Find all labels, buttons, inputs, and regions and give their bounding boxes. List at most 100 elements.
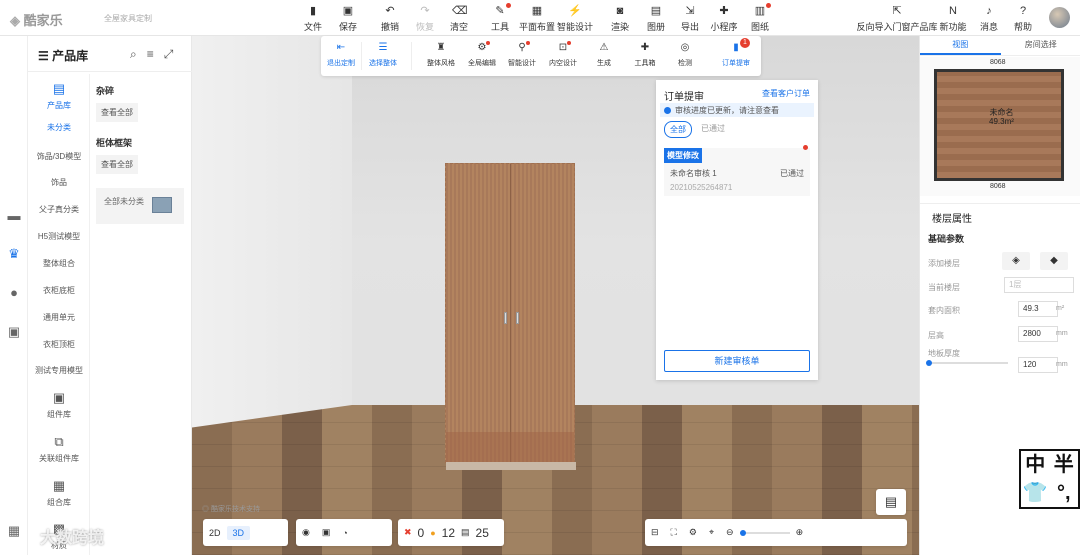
toolbar-new-feature-button[interactable]: N 新功能 — [933, 5, 973, 33]
area-input[interactable]: 49.3 — [1018, 301, 1058, 317]
product-library: ☰ 产品库 ⌕ ≡ ⤢ ▤ 产品库 未分类 饰品/3D模型 饰品 父子真分类 H5测试模型整… — [28, 36, 192, 555]
catalog-icon[interactable]: ▬ — [6, 209, 22, 223]
category-item[interactable]: ▣ 组件库 — [28, 390, 90, 420]
toolbar-miniapp-button[interactable]: ✚ 小程序 — [704, 5, 744, 33]
toolbar-undo-button[interactable]: ↶ 撤销 — [370, 5, 410, 33]
section-title: 柜体框架 — [96, 138, 133, 148]
crown-icon[interactable]: ♛ — [6, 247, 22, 261]
custom-global-edit-button[interactable]: ⚙ 全局编辑 — [462, 41, 502, 68]
toolbar-import-button[interactable]: ⇱ 反向导入门窗产品库 — [857, 5, 938, 33]
category-item[interactable]: H5测试模型 — [28, 231, 90, 242]
expand-icon[interactable]: ⤢ — [164, 47, 174, 62]
custom-exit-button[interactable]: ⇤ 退出定制 — [321, 42, 361, 68]
render-icon: ◙ — [616, 5, 624, 17]
fit-view-icon[interactable]: ⛶ — [665, 527, 683, 538]
filter-approved[interactable]: 已通过 — [696, 121, 730, 136]
customer-orders-link[interactable]: 查看客户订单 — [762, 88, 810, 99]
component-library-icon: ▣ — [52, 390, 66, 405]
toolbar-tool-button[interactable]: ✎ 工具 — [480, 3, 520, 33]
eye-icon[interactable]: ◉ — [296, 527, 316, 538]
custom-detect-button[interactable]: ◎ 检测 — [665, 42, 705, 68]
project-name[interactable]: 全屋家具定制 — [104, 13, 152, 24]
toolbar-save-button[interactable]: ▣ 保存 — [328, 5, 368, 33]
warning-count: 12 — [441, 525, 456, 540]
thickness-input[interactable]: 120 — [1018, 357, 1058, 373]
review-name: 未命名审核 1 — [670, 169, 717, 178]
height-input[interactable]: 2800 — [1018, 326, 1058, 342]
new-review-button[interactable]: 新建审核单 — [664, 350, 810, 372]
app-logo: ◈ 酷家乐 — [10, 13, 63, 28]
issue-counter[interactable]: ✖ 0 ● 12 ▤ 25 — [398, 519, 504, 546]
zoom-in-icon[interactable]: ⊕ — [790, 527, 810, 538]
clipboard-icon[interactable]: ▤ — [876, 489, 906, 515]
room-plan[interactable]: 未命名 49.3m² — [934, 69, 1064, 181]
minimap[interactable]: 8068 未命名 49.3m² 8068 — [920, 57, 1080, 196]
grid-icon[interactable]: ▦ — [6, 524, 22, 538]
category-thumbnail — [152, 197, 172, 213]
category-item[interactable]: 衣柜顶柜 — [28, 339, 90, 350]
view-all-button[interactable]: 查看全部 — [96, 155, 138, 174]
drawing-icon: ▥ — [753, 3, 771, 17]
add-floor-above-button[interactable]: ◈ — [1002, 252, 1030, 270]
zoom-slider[interactable] — [739, 529, 790, 536]
category-item[interactable]: 衣柜底柜 — [28, 285, 90, 296]
layers-icon: ▤ — [461, 527, 470, 537]
tab-view[interactable]: 视图 — [920, 36, 1001, 55]
view-settings-icon[interactable]: ⚙ — [683, 527, 703, 538]
view-3d-button[interactable]: 3D — [226, 525, 251, 540]
view-all-button[interactable]: 查看全部 — [96, 103, 138, 122]
cube-icon[interactable]: ▣ — [316, 527, 337, 538]
category-item[interactable]: ▦ 组合库 — [28, 478, 90, 508]
custom-order-submit-button[interactable]: ▮ 1 订单提审 — [716, 38, 756, 68]
custom-toolbox-button[interactable]: ✚ 工具箱 — [625, 42, 665, 68]
category-item[interactable]: 整体组合 — [28, 258, 90, 269]
toolbar-smart-design-button[interactable]: ⚡ 智能设计 — [555, 5, 595, 33]
toolbar-file-button[interactable]: ▮ 文件 — [293, 5, 333, 33]
undo-icon: ↶ — [385, 5, 395, 17]
category-item[interactable]: 饰品 — [28, 177, 90, 188]
divider — [361, 42, 362, 70]
category-item[interactable]: 饰品/3D模型 — [28, 151, 90, 162]
notification-badge: 1 — [740, 38, 750, 48]
toolbar-drawing-button[interactable]: ▥ 图纸 — [740, 3, 780, 33]
category-item[interactable]: 父子真分类 — [28, 204, 90, 215]
custom-inner-design-button[interactable]: ⊡ 内空设计 — [543, 41, 583, 68]
custom-style-button[interactable]: ♜ 整体风格 — [421, 42, 461, 68]
category-item[interactable]: 通用单元 — [28, 312, 90, 323]
current-floor-select[interactable]: 1层 — [1004, 277, 1074, 293]
tab-room-select[interactable]: 房间选择 — [1001, 36, 1080, 55]
thickness-slider[interactable] — [926, 360, 1008, 366]
review-number: 20210525264871 — [670, 183, 733, 192]
category-item[interactable]: 测试专用模型 — [28, 365, 90, 376]
section-title: 杂碎 — [96, 86, 115, 96]
review-card[interactable]: 模型修改 未命名审核 1 已通过 20210525264871 — [664, 145, 810, 196]
toolbar-layout-button[interactable]: ▦ 平面布置 — [517, 5, 557, 33]
search-icon[interactable]: ⌕ — [130, 47, 137, 62]
zoom-out-icon[interactable]: ⊖ — [720, 527, 740, 538]
file-icon: ▮ — [309, 5, 317, 17]
gauge-icon[interactable]: ◔ — [336, 528, 353, 538]
wardrobe-model[interactable] — [445, 163, 576, 470]
custom-select-all-button[interactable]: ☰ 选择整体 — [363, 42, 403, 68]
toolbar-clear-button[interactable]: ⌫ 清空 — [439, 5, 479, 33]
custom-smart-button[interactable]: ⚲ 智能设计 — [502, 41, 542, 68]
focus-icon[interactable]: ⌖ — [703, 527, 720, 538]
user-icon[interactable]: ● — [6, 286, 22, 300]
category-item[interactable]: 未分类 — [28, 122, 90, 133]
bus-icon[interactable]: ▣ — [6, 325, 22, 339]
toolbar-help-button[interactable]: ? 帮助 — [1003, 5, 1043, 33]
filter-icon[interactable]: ≡ — [147, 47, 154, 62]
custom-generate-button[interactable]: ⚠ 生成 — [584, 42, 624, 68]
toolbar-render-button[interactable]: ◙ 渲染 — [600, 5, 640, 33]
generate-icon: ⚠ — [599, 42, 609, 53]
category-card[interactable]: 全部未分类 — [96, 188, 184, 224]
category-item[interactable]: ▤ 产品库 — [28, 81, 90, 111]
filter-all[interactable]: 全部 — [664, 121, 692, 138]
avatar[interactable] — [1049, 7, 1070, 28]
inner-design-icon: ⊡ — [543, 41, 583, 55]
toggle-icon[interactable]: ⊟ — [645, 527, 665, 538]
notice-bar: 审核进度已更新，请注意查看 — [660, 103, 814, 117]
view-2d-button[interactable]: 2D — [203, 528, 227, 538]
category-item[interactable]: ⧉ 关联组件库 — [28, 434, 90, 464]
add-floor-below-button[interactable]: ◆ — [1040, 252, 1068, 270]
